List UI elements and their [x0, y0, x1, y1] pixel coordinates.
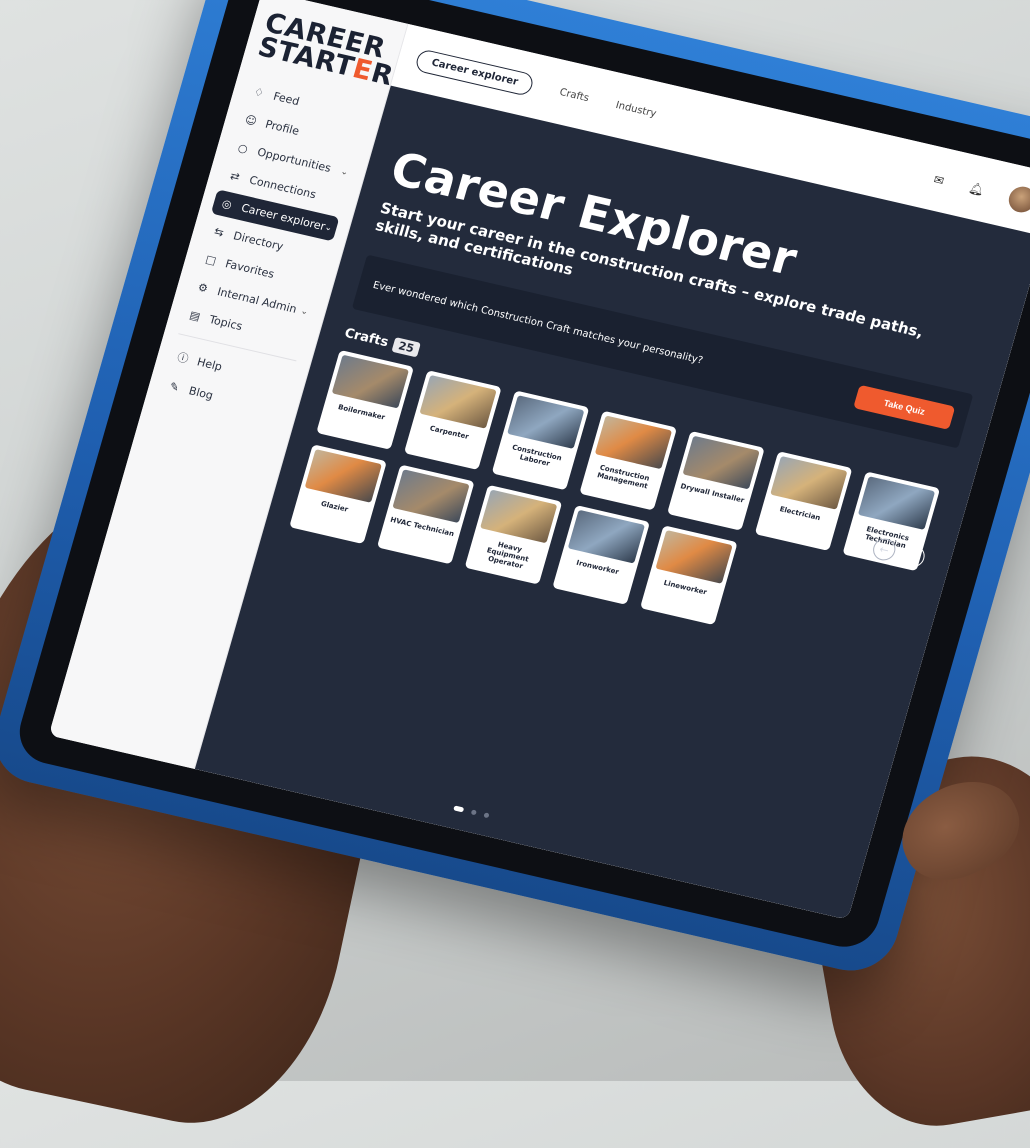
topics-icon: ▤ [188, 308, 202, 324]
craft-card[interactable]: Heavy Equipment Operator [464, 484, 563, 585]
directory-icon: ⇆ [212, 224, 226, 240]
feed-icon: ♢ [252, 85, 266, 100]
craft-label: Lineworker [662, 578, 708, 597]
opportunities-icon: ○ [236, 141, 250, 156]
admin-icon: ⚙ [196, 280, 210, 296]
sidebar-item-label: Topics [207, 313, 244, 334]
chevron-down-icon[interactable]: ⌄ [299, 306, 309, 317]
tab-industry[interactable]: Industry [614, 99, 657, 119]
sidebar-item-label: Favorites [223, 257, 276, 281]
help-icon: ⓘ [175, 350, 190, 366]
craft-card[interactable]: Lineworker [639, 525, 738, 626]
sidebar-item-label: Feed [271, 89, 301, 109]
bell-icon[interactable]: 🔔︎ [967, 181, 986, 198]
craft-photo [392, 469, 470, 524]
craft-card[interactable]: Construction Management [579, 410, 678, 511]
career-starter-logo[interactable]: CAREER STARTER [254, 7, 396, 92]
carousel-dot[interactable] [470, 809, 477, 816]
craft-photo [567, 509, 646, 564]
arrow-left-icon[interactable]: ← [870, 536, 898, 563]
chevron-down-icon[interactable]: ⌄ [339, 166, 349, 177]
craft-card[interactable]: Drywall Installer [666, 430, 765, 531]
craft-photo [304, 449, 382, 503]
craft-photo [419, 374, 497, 429]
craft-photo [331, 354, 410, 409]
sidebar-item-label: Blog [187, 384, 215, 403]
tab-career-explorer[interactable]: Career explorer [414, 47, 536, 97]
mail-icon[interactable]: ✉ [932, 172, 946, 188]
top-icons: ✉ 🔔︎ [930, 167, 1030, 215]
craft-label: Electrician [778, 505, 822, 523]
craft-card[interactable]: Glazier [289, 444, 387, 545]
craft-card[interactable]: Boilermaker [316, 349, 415, 450]
sidebar-item-label: Profile [263, 117, 301, 138]
sidebar-item-label: Directory [231, 229, 285, 254]
sidebar-item-label: Connections [247, 173, 318, 202]
craft-label: Heavy Equipment Operator [485, 540, 530, 571]
craft-label: Ironworker [575, 558, 620, 577]
craft-photo [770, 455, 848, 510]
profile-icon: ☺ [243, 112, 259, 129]
craft-photo [682, 435, 760, 490]
craft-label: Carpenter [428, 424, 470, 441]
craft-card[interactable]: Electrician [754, 451, 853, 552]
connections-icon: ⇄ [228, 169, 242, 184]
avatar[interactable] [1005, 184, 1030, 215]
craft-card[interactable]: HVAC Technician [376, 464, 475, 565]
craft-card[interactable]: Ironworker [552, 505, 651, 605]
blog-icon: ✎ [168, 379, 181, 395]
take-quiz-button[interactable]: Take Quiz [853, 384, 956, 430]
craft-label: Boilermaker [337, 403, 386, 422]
tab-crafts[interactable]: Crafts [558, 86, 590, 103]
chevron-down-icon[interactable]: ⌄ [323, 222, 333, 233]
craft-card[interactable]: Carpenter [403, 370, 502, 471]
sidebar-item-label: Help [195, 354, 224, 374]
craft-photo [507, 395, 585, 449]
craft-photo [857, 476, 936, 530]
craft-card[interactable]: Construction Laborer [491, 390, 590, 491]
carousel-dots [453, 805, 490, 819]
favorites-icon: □ [204, 252, 218, 268]
crafts-count-badge: 25 [391, 337, 421, 358]
craft-photo [655, 529, 733, 584]
craft-label: Glazier [319, 499, 349, 514]
sidebar-footer: ⓘ Help ✎ Blog [158, 341, 296, 424]
tablet: CAREER STARTER ♢ Feed ☺ Profile ○ Opportuniti… [0, 0, 1030, 980]
carousel-dot[interactable] [453, 805, 465, 813]
craft-photo [480, 489, 558, 544]
carousel-dot[interactable] [483, 812, 490, 819]
career-explorer-icon: ◎ [220, 196, 234, 212]
craft-photo [594, 415, 673, 470]
crafts-label: Crafts [342, 325, 391, 351]
